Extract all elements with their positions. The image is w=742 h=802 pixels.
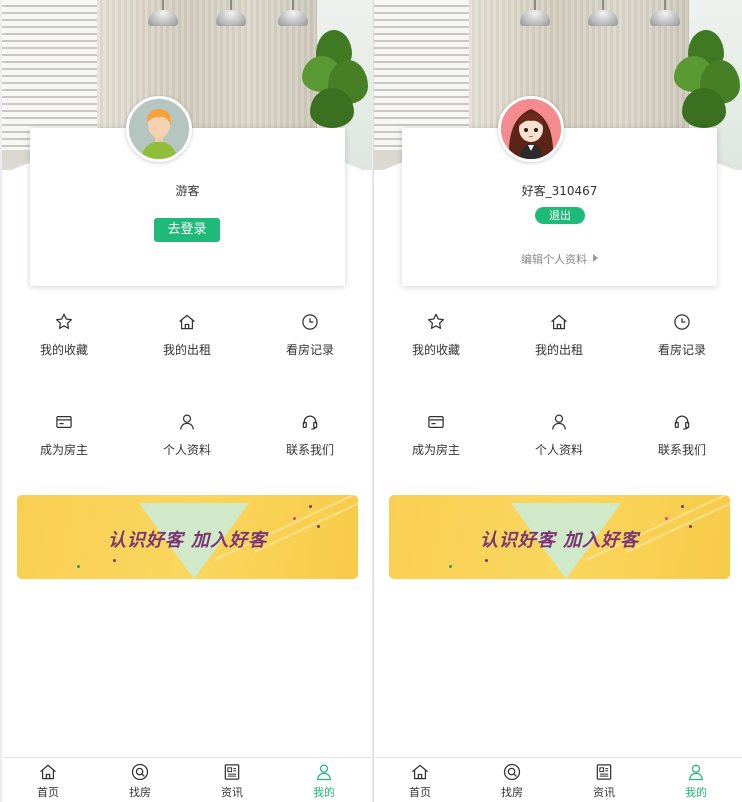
menu-item-favorites[interactable]: 我的收藏 bbox=[2, 312, 126, 372]
avatar[interactable] bbox=[498, 96, 564, 162]
menu-label: 我的出租 bbox=[534, 343, 583, 357]
search-icon bbox=[503, 763, 521, 781]
menu-label: 成为房主 bbox=[39, 443, 88, 457]
menu-label: 看房记录 bbox=[657, 343, 706, 357]
bottom-tab-bar: 首页 找房 资讯 我的 bbox=[2, 757, 372, 802]
menu-label: 个人资料 bbox=[534, 443, 583, 457]
tab-label: 找房 bbox=[129, 786, 151, 799]
headset-icon bbox=[674, 415, 690, 430]
guest-avatar-icon bbox=[129, 99, 189, 159]
tab-home[interactable]: 首页 bbox=[374, 762, 466, 800]
edit-profile-label: 编辑个人资料 bbox=[521, 253, 587, 266]
person-icon bbox=[180, 414, 194, 430]
home-icon bbox=[412, 764, 428, 780]
star-icon bbox=[56, 313, 72, 329]
menu-label: 我的收藏 bbox=[39, 343, 88, 357]
profile-card: 好客_310467 退出 编辑个人资料 bbox=[402, 128, 717, 286]
tab-home[interactable]: 首页 bbox=[2, 762, 94, 800]
menu-label: 成为房主 bbox=[411, 443, 460, 457]
profile-icon bbox=[317, 764, 331, 781]
menu-label: 联系我们 bbox=[657, 443, 706, 457]
menu-label: 看房记录 bbox=[285, 343, 334, 357]
search-icon bbox=[131, 763, 149, 781]
tab-label: 我的 bbox=[685, 786, 707, 799]
menu-item-favorites[interactable]: 我的收藏 bbox=[374, 312, 498, 372]
menu-item-my-rentals[interactable]: 我的出租 bbox=[497, 312, 621, 372]
home-icon bbox=[40, 764, 56, 780]
menu-item-personal-info[interactable]: 个人资料 bbox=[497, 412, 621, 472]
tab-label: 找房 bbox=[501, 786, 523, 799]
menu-item-my-rentals[interactable]: 我的出租 bbox=[125, 312, 249, 372]
profile-card: 游客 去登录 bbox=[30, 128, 345, 286]
promo-text: 认识好客 加入好客 bbox=[107, 530, 268, 551]
profile-screen-guest: 游客 去登录 我的收藏 我的出租 看房记录 成为房主 个人资料 联系我们 认识好… bbox=[2, 0, 372, 802]
menu-label: 我的出租 bbox=[162, 343, 211, 357]
clock-icon bbox=[302, 314, 318, 330]
profile-icon bbox=[689, 764, 703, 781]
bottom-tab-bar: 首页 找房 资讯 我的 bbox=[374, 757, 742, 802]
profile-screen-user: 好客_310467 退出 编辑个人资料 我的收藏 我的出租 看房记录 成为房主 … bbox=[373, 0, 742, 802]
menu-item-viewing-history[interactable]: 看房记录 bbox=[248, 312, 372, 372]
menu-item-contact-us[interactable]: 联系我们 bbox=[620, 412, 742, 472]
promo-banner[interactable]: 认识好客 加入好客 bbox=[17, 495, 358, 579]
clock-icon bbox=[674, 314, 690, 330]
logout-button[interactable]: 退出 bbox=[535, 207, 585, 224]
tab-label: 首页 bbox=[409, 786, 431, 799]
tab-mine[interactable]: 我的 bbox=[278, 762, 370, 800]
tab-news[interactable]: 资讯 bbox=[186, 762, 278, 800]
menu-item-personal-info[interactable]: 个人资料 bbox=[125, 412, 249, 472]
menu-label: 个人资料 bbox=[162, 443, 211, 457]
news-icon bbox=[224, 764, 240, 780]
caret-right-icon bbox=[593, 254, 598, 262]
promo-text: 认识好客 加入好客 bbox=[479, 530, 640, 551]
tab-mine[interactable]: 我的 bbox=[650, 762, 742, 800]
tab-news[interactable]: 资讯 bbox=[558, 762, 650, 800]
tab-label: 我的 bbox=[313, 786, 335, 799]
edit-profile-link[interactable]: 编辑个人资料 bbox=[402, 251, 717, 267]
house-icon bbox=[179, 314, 195, 330]
avatar[interactable] bbox=[126, 96, 192, 162]
menu-label: 联系我们 bbox=[285, 443, 334, 457]
card-icon bbox=[428, 415, 444, 429]
person-icon bbox=[552, 414, 566, 430]
tab-label: 资讯 bbox=[593, 786, 615, 799]
menu-item-contact-us[interactable]: 联系我们 bbox=[248, 412, 372, 472]
login-button[interactable]: 去登录 bbox=[154, 218, 220, 242]
user-avatar-icon bbox=[501, 99, 561, 159]
star-icon bbox=[428, 313, 444, 329]
card-icon bbox=[56, 415, 72, 429]
username: 好客_310467 bbox=[521, 184, 598, 198]
promo-banner[interactable]: 认识好客 加入好客 bbox=[389, 495, 730, 579]
menu-label: 我的收藏 bbox=[411, 343, 460, 357]
menu-item-become-owner[interactable]: 成为房主 bbox=[374, 412, 498, 472]
username: 游客 bbox=[175, 184, 200, 198]
tab-find-house[interactable]: 找房 bbox=[94, 762, 186, 800]
menu-item-viewing-history[interactable]: 看房记录 bbox=[620, 312, 742, 372]
tab-label: 首页 bbox=[37, 786, 59, 799]
news-icon bbox=[596, 764, 612, 780]
headset-icon bbox=[302, 415, 318, 430]
menu-item-become-owner[interactable]: 成为房主 bbox=[2, 412, 126, 472]
house-icon bbox=[551, 314, 567, 330]
tab-label: 资讯 bbox=[221, 786, 243, 799]
tab-find-house[interactable]: 找房 bbox=[466, 762, 558, 800]
